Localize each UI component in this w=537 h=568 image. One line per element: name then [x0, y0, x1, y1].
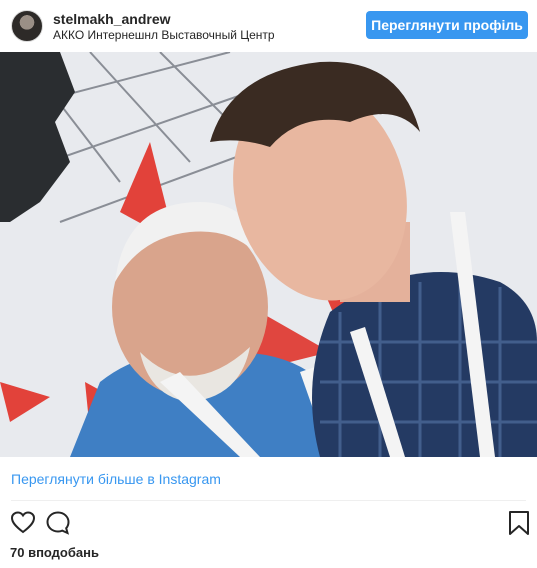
post-header: stelmakh_andrew АККО Интернешнл Выставоч…	[0, 0, 537, 52]
heart-icon[interactable]	[10, 510, 36, 536]
view-more-link[interactable]: Переглянути більше в Instagram	[11, 471, 221, 487]
comment-icon[interactable]	[45, 510, 71, 536]
username[interactable]: stelmakh_andrew	[53, 11, 171, 27]
location[interactable]: АККО Интернешнл Выставочный Центр	[53, 28, 275, 42]
avatar[interactable]	[11, 10, 43, 42]
instagram-embed: stelmakh_andrew АККО Интернешнл Выставоч…	[0, 0, 537, 568]
bookmark-icon[interactable]	[506, 510, 532, 536]
post-photo[interactable]	[0, 52, 537, 457]
divider	[11, 500, 526, 501]
view-profile-button[interactable]: Переглянути профіль	[366, 11, 528, 39]
likes-count[interactable]: 70 вподобань	[10, 545, 99, 560]
